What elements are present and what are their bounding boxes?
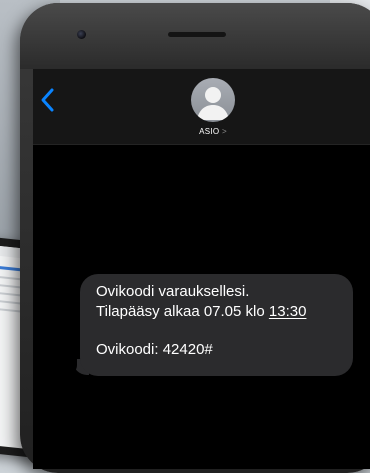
contact-name-text: ASIO (199, 127, 220, 136)
contact-avatar-icon (191, 78, 235, 122)
message-line-1: Ovikoodi varauksellesi. (96, 283, 250, 300)
message-time-link[interactable]: 13:30 (269, 303, 307, 320)
message-line-2-text: Tilapääsy alkaa 07.05 klo (96, 303, 269, 320)
back-chevron-icon[interactable] (39, 87, 57, 113)
phone-top-bezel (20, 3, 370, 69)
message-line-2: Tilapääsy alkaa 07.05 klo 13:30 (96, 302, 306, 321)
earpiece-speaker (168, 32, 226, 37)
messages-screen: ASIO > Ovikoodi varauksellesi. Tilapääsy… (33, 69, 370, 469)
conversation-header: ASIO > (33, 69, 370, 145)
contact-chevron-icon: > (221, 127, 227, 136)
incoming-message-bubble[interactable]: Ovikoodi varauksellesi. Tilapääsy alkaa … (80, 274, 353, 376)
phone-device: ASIO > Ovikoodi varauksellesi. Tilapääsy… (20, 3, 370, 473)
message-line-3: Ovikoodi: 42420# (96, 341, 213, 358)
message-bubble-tail-mask (65, 355, 77, 375)
front-camera-icon (77, 30, 86, 39)
contact-name: ASIO > (173, 127, 253, 136)
contact-info-button[interactable]: ASIO > (173, 78, 253, 140)
